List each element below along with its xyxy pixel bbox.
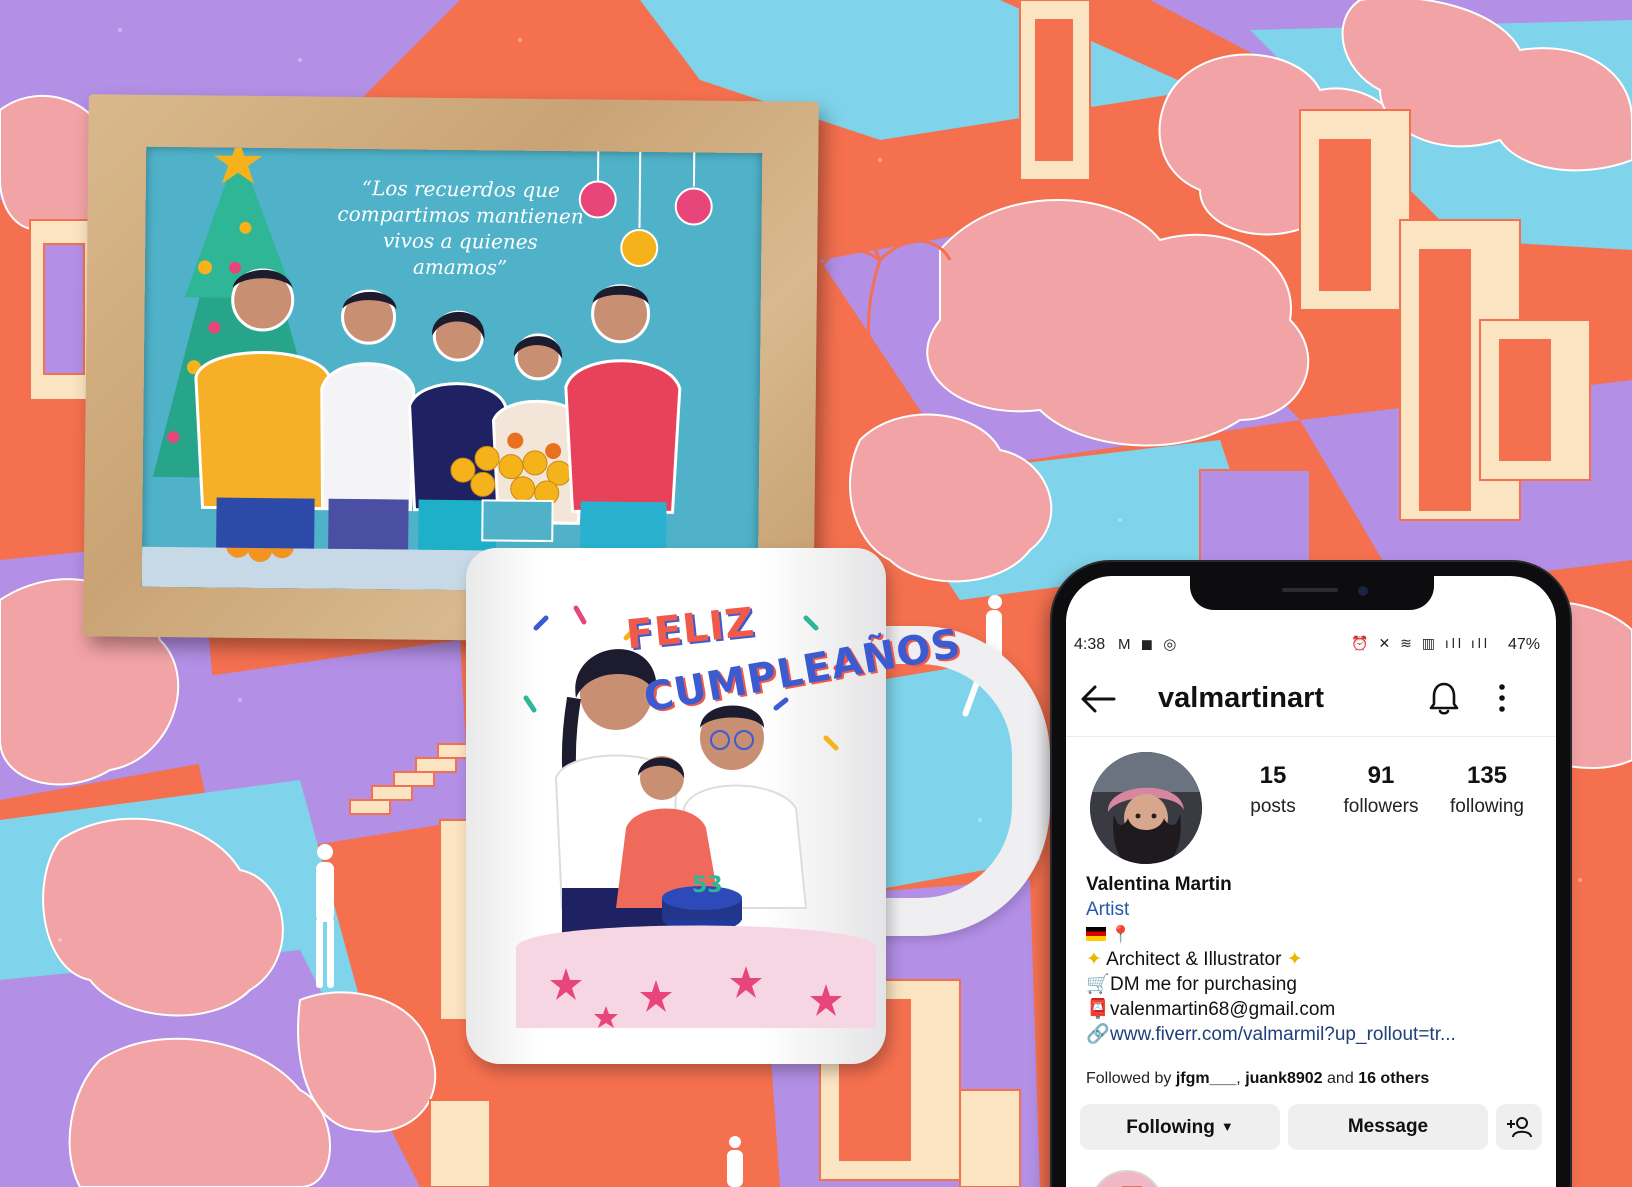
phone-notch <box>1190 576 1434 610</box>
bio-flags-row: 📍 <box>1086 922 1546 947</box>
bio-website-link[interactable]: www.fiverr.com/valmarmil?up_rollout=tr..… <box>1110 1024 1456 1045</box>
bio-architect-row: ✦ Architect & Illustrator ✦ <box>1086 947 1546 972</box>
system-status-icons: ⏰ ✕ ≋ ▥ ıll ıll <box>1351 635 1490 651</box>
posts-count: 15 <box>1259 762 1287 789</box>
profile-bio: Valentina Martin Artist 📍 ✦ Architect & … <box>1086 872 1546 1047</box>
stat-posts[interactable]: 15 posts <box>1218 762 1328 818</box>
bio-dm-row: 🛒DM me for purchasing <box>1086 972 1546 997</box>
quote-line-2: compartimos mantienen <box>337 201 584 229</box>
smartphone: 4:38 M ◼ ◎ ⏰ ✕ ≋ ▥ ıll ıll 47% valmartin… <box>1052 562 1570 1187</box>
following-label: following <box>1450 796 1524 817</box>
sparkles-icon: ✦ <box>1286 949 1303 970</box>
shopping-cart-icon: 🛒 <box>1086 974 1110 995</box>
stat-following[interactable]: 135 following <box>1432 762 1542 818</box>
followers-count: 91 <box>1367 762 1395 789</box>
earpiece-speaker <box>1282 588 1338 592</box>
add-user-icon <box>1507 1117 1532 1138</box>
notification-icons: M ◼ ◎ <box>1118 636 1180 653</box>
followed-by-user-2[interactable]: juank8902 <box>1245 1070 1322 1087</box>
bio-dm-text: DM me for purchasing <box>1110 974 1297 995</box>
bio-email-text[interactable]: valenmartin68@gmail.com <box>1110 999 1335 1020</box>
profile-username: valmartinart <box>1158 682 1325 714</box>
battery-level: 47% <box>1507 636 1540 653</box>
bio-email-row: 📮valenmartin68@gmail.com <box>1086 997 1546 1022</box>
posts-label: posts <box>1250 796 1296 817</box>
bio-architect-text: Architect & Illustrator <box>1106 949 1282 970</box>
status-time: 4:38 <box>1074 636 1106 653</box>
quote-line-4: amamos” <box>412 254 508 280</box>
followed-by-prefix: Followed by <box>1086 1070 1172 1087</box>
link-icon: 🔗 <box>1086 1024 1110 1045</box>
front-camera <box>1358 586 1368 596</box>
message-button[interactable]: Message <box>1288 1104 1488 1150</box>
frame-quote: “Los recuerdos que compartimos mantienen… <box>325 175 596 282</box>
location-pin-icon: 📍 <box>1110 925 1132 944</box>
status-bar: 4:38 M ◼ ◎ ⏰ ✕ ≋ ▥ ıll ıll 47% <box>1066 634 1556 656</box>
mailbox-icon: 📮 <box>1086 999 1110 1020</box>
add-user-button[interactable] <box>1496 1104 1542 1150</box>
highlight-cover-image <box>1092 1172 1162 1187</box>
following-button[interactable]: Following ▼ <box>1080 1104 1280 1150</box>
quote-line-3: vivos a quienes <box>382 228 538 254</box>
chevron-down-icon: ▼ <box>1220 1119 1234 1134</box>
followed-by-text[interactable]: Followed by jfgm___, juank8902 and 16 ot… <box>1086 1070 1556 1088</box>
profile-app-bar: valmartinart <box>1066 672 1556 728</box>
profile-category[interactable]: Artist <box>1086 897 1546 922</box>
bio-website-row[interactable]: 🔗www.fiverr.com/valmarmil?up_rollout=tr.… <box>1086 1022 1546 1047</box>
avatar-photo <box>1090 752 1202 864</box>
followed-by-and: and <box>1327 1070 1354 1087</box>
followed-by-user-1[interactable]: jfgm___ <box>1176 1070 1236 1087</box>
header-divider <box>1066 736 1556 737</box>
bell-icon[interactable] <box>1428 680 1460 716</box>
stat-followers[interactable]: 91 followers <box>1326 762 1436 818</box>
message-button-label: Message <box>1347 1116 1429 1137</box>
mug-body: 53 FELIZ CUMPLEAÑOS <box>466 548 965 1064</box>
story-highlight[interactable] <box>1090 1170 1164 1187</box>
sparkles-icon: ✦ <box>1086 949 1102 970</box>
followed-by-others[interactable]: 16 others <box>1358 1070 1429 1087</box>
germany-flag-icon <box>1086 927 1106 941</box>
profile-avatar[interactable] <box>1090 752 1202 864</box>
following-button-label: Following <box>1126 1117 1215 1138</box>
instagram-profile-screen: 4:38 M ◼ ◎ ⏰ ✕ ≋ ▥ ıll ıll 47% valmartin… <box>1066 576 1556 1187</box>
coffee-mug: 53 FELIZ CUMPLEAÑOS <box>450 548 1050 1068</box>
following-count: 135 <box>1466 762 1508 789</box>
more-vertical-icon[interactable] <box>1496 682 1508 714</box>
arrow-left-icon[interactable] <box>1080 684 1116 714</box>
framed-family-illustration: “Los recuerdos que compartimos mantienen… <box>141 146 763 594</box>
quote-line-1: “Los recuerdos que <box>361 176 561 203</box>
followers-label: followers <box>1343 796 1419 817</box>
cake-number: 53 <box>692 873 723 898</box>
profile-display-name: Valentina Martin <box>1086 874 1232 895</box>
